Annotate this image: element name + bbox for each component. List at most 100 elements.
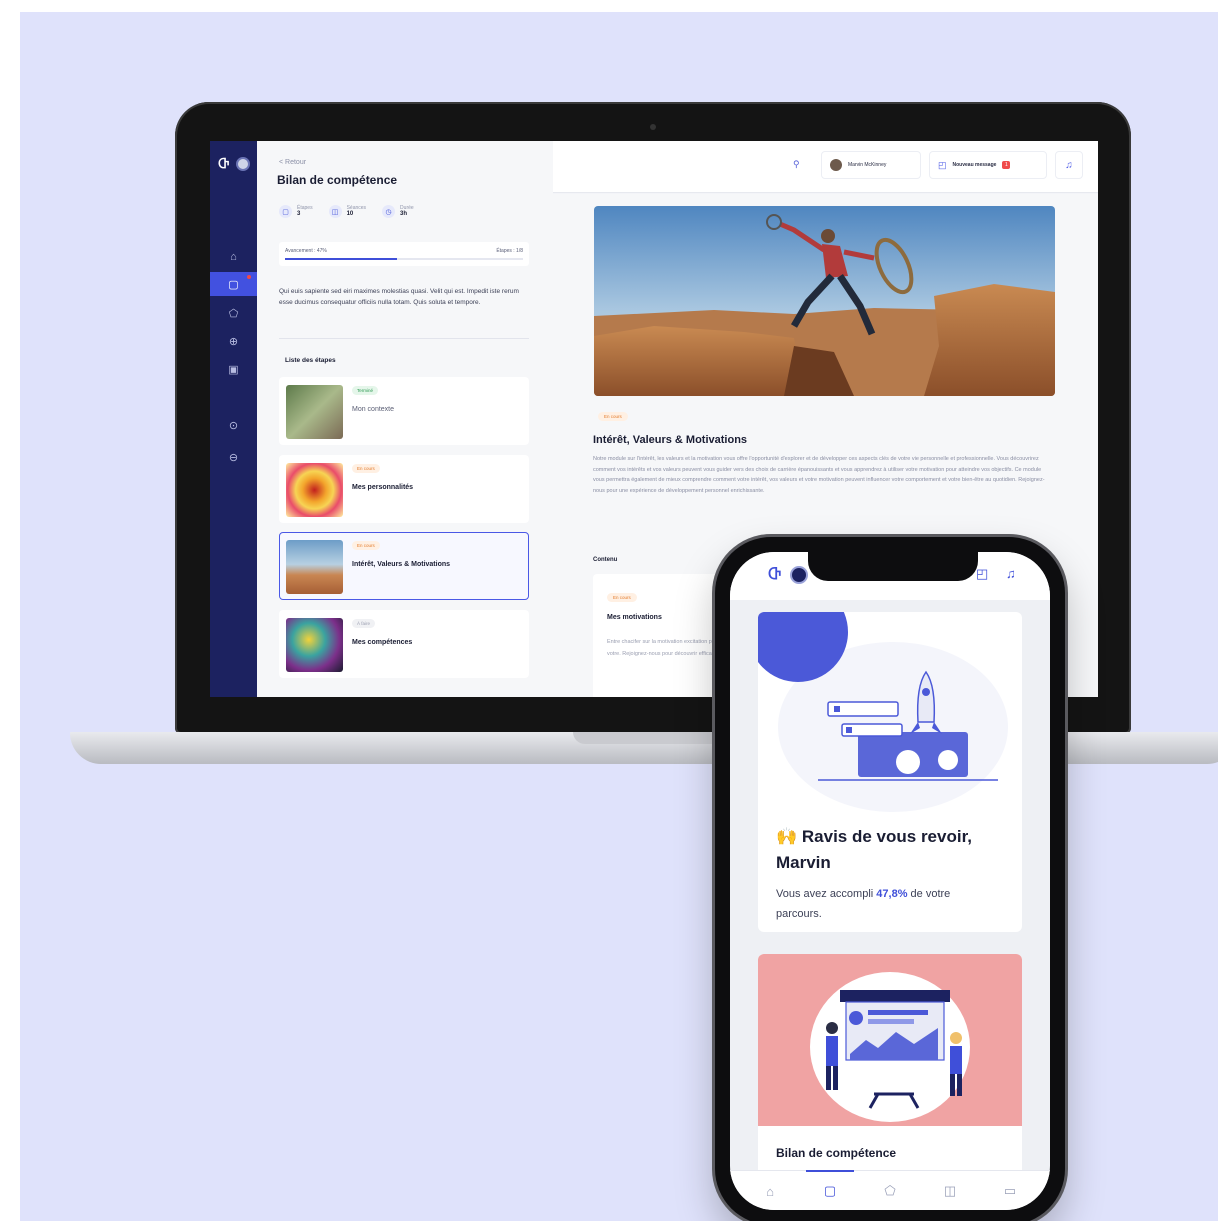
content-label: Contenu (593, 557, 618, 563)
progress-percent: 47,8% (876, 888, 908, 900)
progress-steps: Étapes : 1/8 (496, 248, 523, 254)
tab-map[interactable]: ◫ (938, 1179, 962, 1203)
search-icon[interactable]: ⚲ (793, 159, 805, 171)
step-card[interactable]: En cours Mes personnalités (279, 455, 529, 523)
calendar-icon: ▣ (228, 363, 239, 376)
sidebar-item-help[interactable]: ⊙ (210, 413, 257, 437)
sidebar-item-home[interactable]: ⌂ (210, 245, 257, 269)
progress-card: Avancement : 47% Étapes : 1/8 (279, 242, 529, 266)
clock-icon: ◷ (382, 205, 396, 218)
message-count-badge: 1 (1002, 161, 1011, 169)
stat-duration: ◷ Durée 3h (382, 205, 414, 218)
sidebar-item-bilan[interactable]: ▢ (210, 272, 257, 296)
puzzle-icon: ⬠ (228, 307, 239, 320)
laptop-notch (573, 732, 735, 744)
calendar-icon: ▭ (1003, 1183, 1017, 1198)
welcome-progress-text: Vous avez accompli 47,8% de votre parcou… (776, 884, 996, 924)
notifications-button[interactable]: ♫ (1055, 151, 1083, 179)
step-name: Mes compétences (352, 639, 413, 646)
bilan-card-title: Bilan de compétence (776, 1146, 897, 1160)
page-title: Bilan de compétence (277, 173, 398, 187)
stat-value: 3 (297, 211, 301, 217)
progress-label: Avancement : 47% (285, 248, 327, 254)
stats-row: ▢ Étapes 3 ◫ Séances 10 ◷ Durée 3h (279, 205, 414, 218)
status-badge: En cours (352, 464, 380, 473)
laptop-camera (650, 124, 656, 130)
phone-screen: Ⴇ ◰ ♫ 🙌 Ravis de vous revoir, Marvin Vou… (730, 552, 1050, 1210)
puzzle-icon: ⬠ (884, 1183, 896, 1198)
stat-steps: ▢ Étapes 3 (279, 205, 313, 218)
status-badge: À faire (352, 619, 376, 628)
clipboard-icon: ▢ (823, 1183, 837, 1198)
step-name: Mes personnalités (352, 484, 414, 491)
stat-sessions: ◫ Séances 10 (328, 205, 366, 218)
avatar[interactable] (236, 157, 250, 171)
avatar[interactable] (790, 566, 808, 584)
home-icon: ⌂ (230, 251, 237, 263)
sidebar-item-logout[interactable]: ⊖ (210, 445, 257, 469)
step-name: Mon contexte (352, 406, 395, 413)
stat-value: 3h (400, 211, 408, 217)
map-icon: ◫ (943, 1183, 957, 1198)
tab-home[interactable]: ⌂ (758, 1179, 782, 1203)
bell-icon[interactable]: ♫ (1006, 566, 1016, 581)
sidebar-item-jobs[interactable]: ⊕ (210, 329, 257, 353)
status-badge: En cours (352, 541, 380, 550)
sidebar-item-calendar[interactable]: ▣ (210, 357, 257, 381)
avatar (830, 159, 842, 171)
bilan-card[interactable]: Bilan de compétence (758, 954, 1022, 1184)
step-thumbnail (286, 540, 343, 594)
message-icon: ◰ (938, 159, 947, 170)
sidebar: Ⴇ ⌂ ▢ ⬠ ⊕ ▣ ⊙ ⊖ (210, 141, 257, 697)
step-card[interactable]: À faire Mes compétences (279, 610, 529, 678)
rocket-illustration (818, 670, 998, 781)
bottom-tab-bar: ⌂ ▢ ⬠ ◫ ▭ (730, 1170, 1050, 1210)
logout-icon: ⊖ (228, 451, 239, 464)
welcome-card: 🙌 Ravis de vous revoir, Marvin Vous avez… (758, 612, 1022, 932)
brand-logo[interactable]: Ⴇ (768, 566, 781, 583)
messages-button[interactable]: ◰ Nouveau message 1 (929, 151, 1047, 179)
step-thumbnail (286, 618, 343, 672)
back-link[interactable]: < Retour (279, 159, 306, 166)
content-title: Mes motivations (607, 614, 662, 621)
clipboard-icon: ▢ (228, 278, 239, 291)
step-card-active[interactable]: En cours Intérêt, Valeurs & Motivations (279, 532, 529, 600)
progress-text-prefix: Vous avez accompli (776, 888, 877, 900)
content-status-badge: En cours (607, 593, 637, 602)
notification-dot (247, 275, 251, 279)
step-thumbnail (286, 463, 343, 517)
step-card[interactable]: Terminé Mon contexte (279, 377, 529, 445)
bell-icon: ♫ (1065, 159, 1073, 171)
tab-bilan[interactable]: ▢ (806, 1170, 854, 1203)
step-name: Intérêt, Valeurs & Motivations (352, 561, 451, 568)
briefcase-icon: ⊕ (228, 335, 239, 348)
hero-photo (594, 206, 1055, 396)
user-name: Marvin McKinney (848, 162, 887, 168)
tab-calendar[interactable]: ▭ (998, 1179, 1022, 1203)
module-status-badge: En cours (598, 412, 628, 421)
mockup-stage: Ⴇ ⌂ ▢ ⬠ ⊕ ▣ ⊙ ⊖ < Retour Bilan de compét… (20, 12, 1218, 1221)
brand-logo[interactable]: Ⴇ (218, 157, 229, 171)
home-icon: ⌂ (766, 1183, 774, 1199)
tab-modules[interactable]: ⬠ (878, 1179, 902, 1203)
sidebar-item-modules[interactable]: ⬠ (210, 301, 257, 325)
module-title: Intérêt, Valeurs & Motivations (593, 434, 748, 446)
progress-track (285, 258, 523, 260)
steps-icon: ▢ (279, 205, 292, 218)
status-badge: Terminé (352, 386, 379, 395)
top-bar: ⚲ Marvin McKinney ◰ Nouveau message 1 ♫ (553, 141, 1098, 193)
phone-notch (808, 547, 978, 581)
module-hero-image (594, 206, 1055, 396)
steps-list-title: Liste des étapes (285, 357, 336, 364)
message-icon[interactable]: ◰ (976, 566, 988, 582)
user-menu[interactable]: Marvin McKinney (821, 151, 921, 179)
help-icon: ⊙ (228, 419, 239, 432)
stat-value: 10 (346, 211, 354, 217)
module-description: Notre module sur l'intérêt, les valeurs … (593, 456, 1045, 494)
presentation-illustration (826, 990, 962, 1109)
messages-label: Nouveau message (952, 162, 997, 168)
progress-fill (285, 258, 397, 260)
bilan-panel: < Retour Bilan de compétence ▢ Étapes 3 ◫… (257, 141, 553, 697)
step-thumbnail (286, 385, 343, 439)
welcome-heading: 🙌 Ravis de vous revoir, Marvin (776, 827, 972, 872)
